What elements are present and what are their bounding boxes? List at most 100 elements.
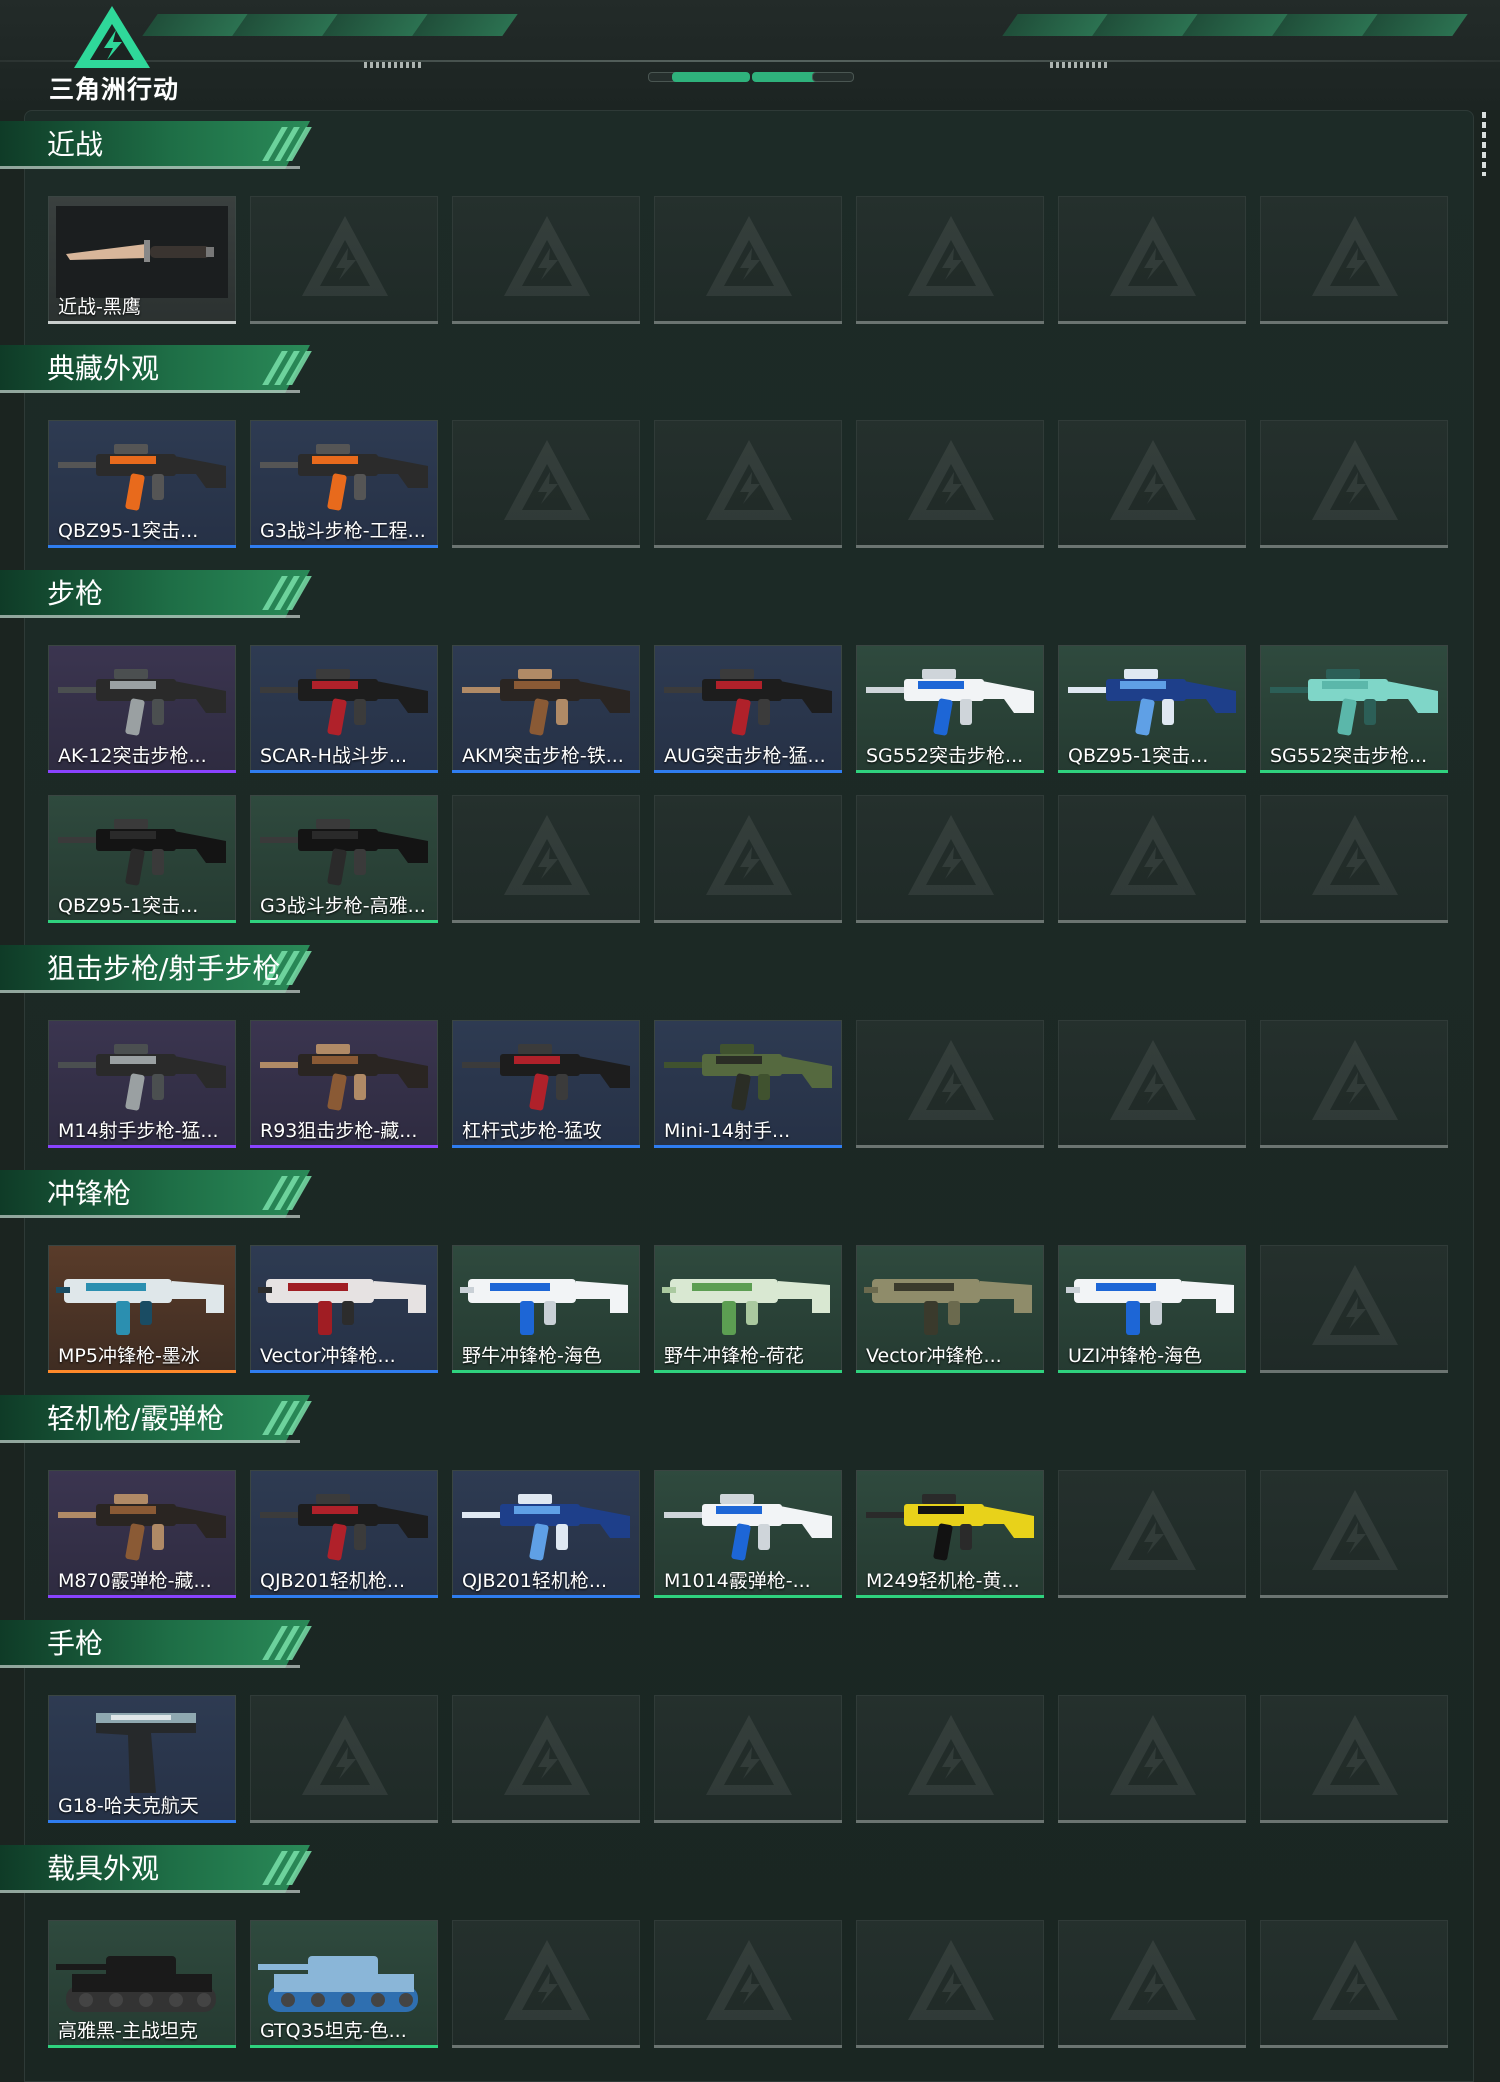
placeholder-logo-icon <box>502 1938 592 2022</box>
empty-slot[interactable] <box>654 1695 842 1823</box>
item-card[interactable]: QBZ95-1突击... <box>48 420 236 548</box>
empty-slot[interactable] <box>856 196 1044 324</box>
empty-slot[interactable] <box>1058 420 1246 548</box>
item-card[interactable]: M1014霰弹枪-... <box>654 1470 842 1598</box>
empty-slot[interactable] <box>452 420 640 548</box>
item-label: QJB201轻机枪... <box>462 1570 607 1592</box>
item-card[interactable]: GTQ35坦克-色... <box>250 1920 438 2048</box>
page-indicator[interactable] <box>648 72 854 82</box>
item-card[interactable]: M14射手步枪-猛... <box>48 1020 236 1148</box>
item-card[interactable]: AK-12突击步枪... <box>48 645 236 773</box>
slot-bar <box>856 545 1044 548</box>
section-header-underline <box>0 1890 300 1893</box>
item-card[interactable]: QJB201轻机枪... <box>250 1470 438 1598</box>
pistol-icon <box>56 1705 228 1797</box>
item-card[interactable]: QBZ95-1突击... <box>1058 645 1246 773</box>
empty-slot[interactable] <box>1260 196 1448 324</box>
item-label: 杠杆式步枪-猛攻 <box>462 1120 602 1142</box>
item-card[interactable]: 高雅黑-主战坦克 <box>48 1920 236 2048</box>
slot-bar <box>1260 545 1448 548</box>
empty-slot[interactable] <box>654 196 842 324</box>
page-dot[interactable] <box>812 72 854 82</box>
empty-slot[interactable] <box>654 1920 842 2048</box>
empty-slot[interactable] <box>856 795 1044 923</box>
item-card[interactable]: M249轻机枪-黄... <box>856 1470 1044 1598</box>
rifle-red-icon <box>460 1030 632 1122</box>
section-header-underline <box>0 1440 300 1443</box>
empty-slot[interactable] <box>250 1695 438 1823</box>
slot-bar <box>452 920 640 923</box>
empty-slot[interactable] <box>452 1920 640 2048</box>
empty-slot[interactable] <box>1260 420 1448 548</box>
item-card[interactable]: MP5冲锋枪-墨冰 <box>48 1245 236 1373</box>
slot-bar <box>1260 1820 1448 1823</box>
rarity-bar <box>1058 1370 1246 1373</box>
item-card[interactable]: G18-哈夫克航天 <box>48 1695 236 1823</box>
empty-slot[interactable] <box>856 1695 1044 1823</box>
item-card[interactable]: SG552突击步枪... <box>856 645 1044 773</box>
empty-slot[interactable] <box>856 420 1044 548</box>
placeholder-logo-icon <box>704 214 794 298</box>
item-card[interactable]: G3战斗步枪-工程... <box>250 420 438 548</box>
empty-slot[interactable] <box>452 1695 640 1823</box>
empty-slot[interactable] <box>1058 1470 1246 1598</box>
section-header: 手枪 <box>0 1620 330 1668</box>
empty-slot[interactable] <box>1260 1020 1448 1148</box>
item-card[interactable]: SG552突击步枪... <box>1260 645 1448 773</box>
item-card[interactable]: 近战-黑鹰 <box>48 196 236 324</box>
item-card[interactable]: UZI冲锋枪-海色 <box>1058 1245 1246 1373</box>
item-card[interactable]: Mini-14射手... <box>654 1020 842 1148</box>
placeholder-logo-icon <box>502 438 592 522</box>
empty-slot[interactable] <box>856 1920 1044 2048</box>
scrollbar[interactable] <box>1482 112 1486 176</box>
section-title: 典藏外观 <box>47 352 160 385</box>
rarity-bar <box>654 1595 842 1598</box>
empty-slot[interactable] <box>1260 1245 1448 1373</box>
empty-slot[interactable] <box>1260 795 1448 923</box>
item-card[interactable]: SCAR-H战斗步... <box>250 645 438 773</box>
item-label: QBZ95-1突击... <box>58 520 199 542</box>
slot-bar <box>654 545 842 548</box>
slot-bar <box>1058 920 1246 923</box>
placeholder-logo-icon <box>906 813 996 897</box>
item-card[interactable]: M870霰弹枪-藏... <box>48 1470 236 1598</box>
item-card[interactable]: QJB201轻机枪... <box>452 1470 640 1598</box>
empty-slot[interactable] <box>856 1020 1044 1148</box>
empty-slot[interactable] <box>1058 795 1246 923</box>
smg-red-icon <box>258 1255 430 1347</box>
header-stripe <box>1362 14 1468 36</box>
empty-slot[interactable] <box>1260 1920 1448 2048</box>
empty-slot[interactable] <box>452 795 640 923</box>
item-card[interactable]: QBZ95-1突击... <box>48 795 236 923</box>
empty-slot[interactable] <box>1058 196 1246 324</box>
rifle-white-blue-icon <box>662 1480 834 1572</box>
item-card[interactable]: AKM突击步枪-铁... <box>452 645 640 773</box>
item-card[interactable]: Vector冲锋枪... <box>856 1245 1044 1373</box>
header-dash-right <box>1050 62 1110 68</box>
slot-bar <box>1260 321 1448 324</box>
empty-slot[interactable] <box>654 420 842 548</box>
empty-slot[interactable] <box>1260 1470 1448 1598</box>
empty-slot[interactable] <box>1058 1920 1246 2048</box>
page-dot-active[interactable] <box>672 72 750 82</box>
item-label: MP5冲锋枪-墨冰 <box>58 1345 200 1367</box>
item-label: 近战-黑鹰 <box>58 296 141 318</box>
empty-slot[interactable] <box>1058 1020 1246 1148</box>
empty-slot[interactable] <box>452 196 640 324</box>
placeholder-logo-icon <box>906 1038 996 1122</box>
item-card[interactable]: G3战斗步枪-高雅... <box>250 795 438 923</box>
empty-slot[interactable] <box>654 795 842 923</box>
rifle-gray-icon <box>56 655 228 747</box>
slot-bar <box>452 2045 640 2048</box>
item-card[interactable]: AUG突击步枪-猛... <box>654 645 842 773</box>
empty-slot[interactable] <box>1058 1695 1246 1823</box>
rarity-bar <box>250 1370 438 1373</box>
item-card[interactable]: 野牛冲锋枪-荷花 <box>654 1245 842 1373</box>
item-card[interactable]: Vector冲锋枪... <box>250 1245 438 1373</box>
empty-slot[interactable] <box>250 196 438 324</box>
empty-slot[interactable] <box>1260 1695 1448 1823</box>
item-card[interactable]: 野牛冲锋枪-海色 <box>452 1245 640 1373</box>
item-card[interactable]: R93狙击步枪-藏... <box>250 1020 438 1148</box>
item-card[interactable]: 杠杆式步枪-猛攻 <box>452 1020 640 1148</box>
slot-bar <box>250 1820 438 1823</box>
